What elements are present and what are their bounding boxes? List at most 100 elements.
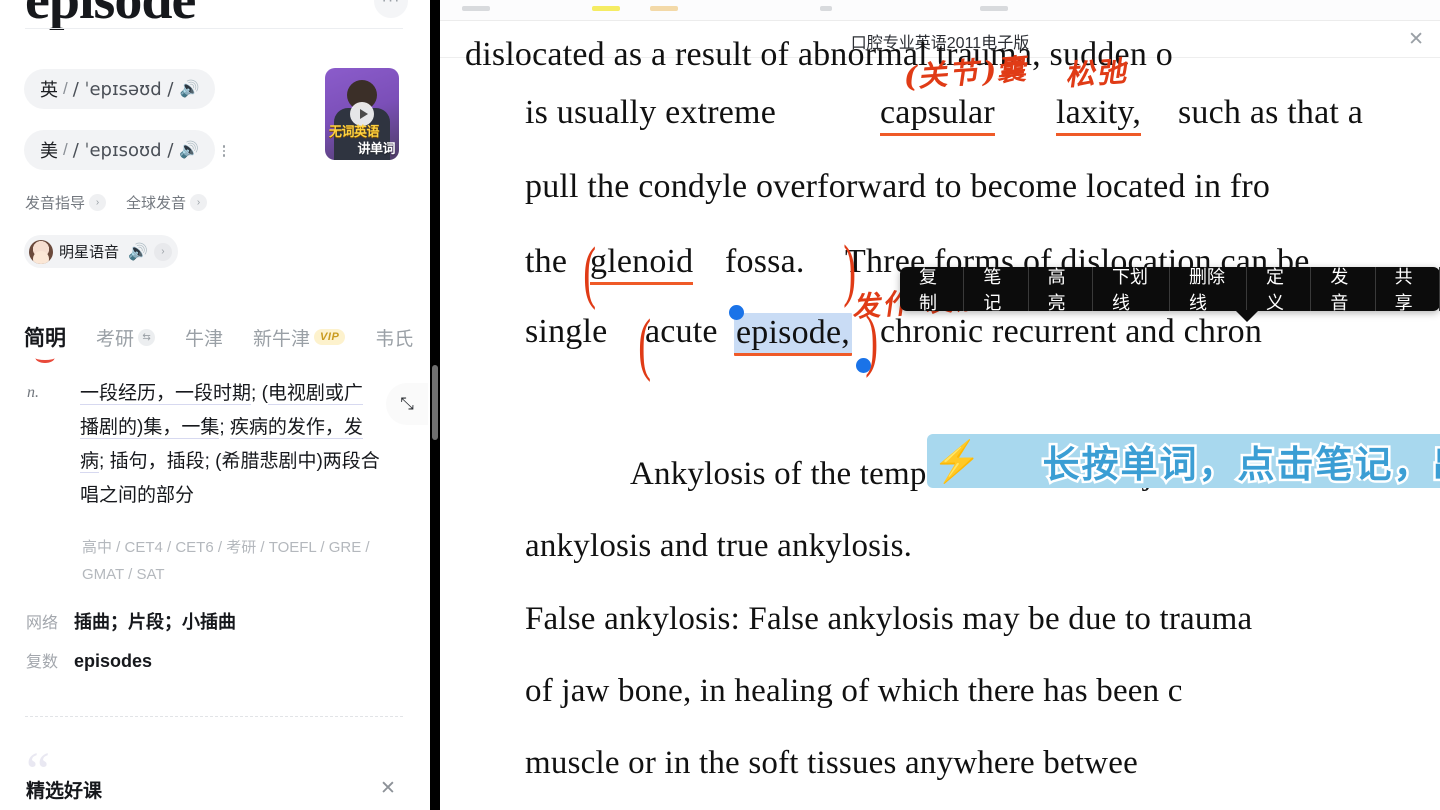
plural-label: 复数 xyxy=(26,654,59,671)
close-icon[interactable]: ✕ xyxy=(380,777,396,800)
toolbar-ghost-icon xyxy=(650,6,678,11)
pronunciation-us-ipa: / ˈepɪsoʊd / xyxy=(72,139,174,161)
pronunciation-us[interactable]: 美 / / ˈepɪsoʊd / 🔊 xyxy=(24,130,216,170)
toolbar-ghost-icon xyxy=(820,6,832,11)
tab-webster-label: 韦氏 xyxy=(375,328,414,350)
plural-value: episodes xyxy=(74,651,153,671)
document-line: muscle or in the soft tissues anywhere b… xyxy=(525,745,1138,781)
pronunciation-us-lang: 美 xyxy=(40,141,58,161)
speaker-icon[interactable]: 🔊 xyxy=(179,140,199,160)
sparkle-icon: ⚡ xyxy=(932,439,982,484)
pronunciation-guide-label: 发音指导 xyxy=(25,195,86,212)
network-label: 网络 xyxy=(26,615,59,632)
document-word-capsular[interactable]: capsular xyxy=(880,94,995,136)
panel-divider xyxy=(430,0,440,810)
document-line: the xyxy=(525,243,568,280)
context-menu-underline[interactable]: 下划线 xyxy=(1093,267,1170,313)
selection-handle-end[interactable] xyxy=(856,358,871,373)
context-menu-share[interactable]: 共享 xyxy=(1376,267,1440,313)
document-line: single xyxy=(525,313,608,350)
ellipsis-icon[interactable]: ··· xyxy=(374,0,408,18)
exam-tags: 高中 / CET4 / CET6 / 考研 / TOEFL / GRE / GM… xyxy=(82,539,370,583)
document-word-laxity[interactable]: laxity, xyxy=(1056,94,1142,136)
document-line: such as that a xyxy=(1178,94,1364,131)
dictionary-tabs: 简明 考研 ⇆ 牛津 新牛津 VIP 韦氏 xyxy=(24,322,430,352)
close-icon[interactable]: ✕ xyxy=(1408,28,1424,51)
pronunciation-guide-link[interactable]: 发音指导 › xyxy=(25,192,107,213)
definition-segment: ; ( xyxy=(251,383,268,404)
speaker-icon[interactable]: 🔊 xyxy=(179,79,199,99)
star-voice-button[interactable]: 明星语音 🔊 › xyxy=(24,235,178,268)
context-menu-pronounce[interactable]: 发音 xyxy=(1311,267,1376,313)
tab-new-oxford[interactable]: 新牛津 VIP xyxy=(253,324,346,351)
context-menu-copy[interactable]: 复制 xyxy=(900,267,965,313)
chevron-right-icon: › xyxy=(89,194,107,211)
vip-badge: VIP xyxy=(314,329,346,345)
document-word-glenoid[interactable]: glenoid xyxy=(590,243,694,285)
expand-arrows-icon[interactable]: ⤡ xyxy=(386,383,428,425)
chevron-right-icon: › xyxy=(190,194,208,211)
document-line: ankylosis and true ankylosis. xyxy=(525,528,913,564)
toolbar-ghost-icon xyxy=(592,6,620,11)
video-card-line2: 讲单词 xyxy=(357,141,395,156)
pronunciation-more-icon[interactable] xyxy=(212,139,236,163)
speaker-icon[interactable]: 🔊 xyxy=(128,242,148,262)
tab-oxford-label: 牛津 xyxy=(185,328,224,350)
instruction-banner: ⚡ 长按单词，点击笔记，出现文本框 ⚡ xyxy=(927,434,1440,489)
section-divider xyxy=(25,716,403,717)
reader-toolbar-strip xyxy=(440,0,1440,21)
definition-segment: 一段经历，一段时期 xyxy=(80,383,252,405)
definition-text: 一段经历，一段时期; (电视剧或广播剧的)集，一集; 疾病的发作，发病; 插句，… xyxy=(80,377,380,513)
handwriting-annotation-laxity: 松弛 xyxy=(1064,53,1133,93)
part-of-speech: n. xyxy=(27,384,39,401)
instruction-banner-text: 长按单词，点击笔记，出现文本框 xyxy=(1040,441,1440,489)
plural-row: 复数 episodes xyxy=(26,648,152,672)
avatar xyxy=(29,239,53,264)
dictionary-panel: episode ··· 英 / / ˈepɪsəʊd / 🔊 美 / / ˈep… xyxy=(0,0,430,810)
selection-handle-start[interactable] xyxy=(729,305,744,320)
definition-segment: ; xyxy=(219,417,230,438)
text-selection-context-menu: 复制 笔记 高亮 下划线 删除线 定义 发音 共享 xyxy=(900,267,1440,322)
swap-icon: ⇆ xyxy=(138,328,156,346)
handwriting-paren-open: ( xyxy=(638,306,652,383)
context-menu-define[interactable]: 定义 xyxy=(1247,267,1312,313)
star-voice-label: 明星语音 xyxy=(59,244,120,261)
course-section-title: 精选好课 xyxy=(26,781,103,802)
pronunciation-uk[interactable]: 英 / / ˈepɪsəʊd / 🔊 xyxy=(24,69,216,109)
video-lesson-card[interactable]: 无词英语 讲单词 xyxy=(325,68,399,160)
document-line: is usually extreme xyxy=(525,94,776,131)
pronunciation-uk-lang: 英 xyxy=(40,80,58,100)
context-menu-strikethrough[interactable]: 删除线 xyxy=(1170,267,1247,313)
document-line: of jaw bone, in healing of which there h… xyxy=(525,673,1183,709)
tab-jianming[interactable]: 简明 xyxy=(24,322,66,352)
global-pronunciation-label: 全球发音 xyxy=(126,195,187,212)
app-root: episode ··· 英 / / ˈepɪsəʊd / 🔊 美 / / ˈep… xyxy=(0,0,1440,810)
chevron-right-icon: › xyxy=(153,242,172,261)
document-line: fossa. xyxy=(725,243,805,280)
handwriting-annotation-capsular: (关节)囊 xyxy=(901,51,1033,95)
context-menu-arrow xyxy=(1235,310,1259,322)
document-line: acute xyxy=(645,313,718,350)
tab-oxford[interactable]: 牛津 xyxy=(185,324,223,351)
definition-segment: ; 插句，插段; (希腊悲剧中)两段合唱之间的部分 xyxy=(80,451,380,506)
network-value: 插曲；片段；小插曲 xyxy=(74,612,237,632)
scrollbar-thumb[interactable] xyxy=(432,365,438,440)
toolbar-ghost-icon xyxy=(980,6,1008,11)
document-line: False ankylosis: False ankylosis may be … xyxy=(525,601,1253,637)
tab-kaoyan-label: 考研 xyxy=(96,328,135,350)
tab-new-oxford-label: 新牛津 xyxy=(253,328,311,350)
tab-kaoyan[interactable]: 考研 ⇆ xyxy=(96,324,156,351)
context-menu-highlight[interactable]: 高亮 xyxy=(1029,267,1093,313)
toolbar-ghost-icon xyxy=(462,6,490,11)
guide-links: 发音指导 › 全球发音 › xyxy=(25,192,208,213)
selected-word[interactable]: episode, xyxy=(734,313,852,356)
context-menu-note[interactable]: 笔记 xyxy=(964,267,1029,313)
reader-panel: 口腔专业英语2011电子版 ✕ dislocated as a result o… xyxy=(440,0,1440,810)
tab-jianming-label: 简明 xyxy=(24,327,66,350)
tab-webster[interactable]: 韦氏 xyxy=(375,324,413,351)
pronunciation-uk-ipa: / ˈepɪsəʊd / xyxy=(72,78,174,100)
network-definition-row: 网络 插曲；片段；小插曲 xyxy=(26,608,236,634)
header-divider xyxy=(25,28,403,29)
global-pronunciation-link[interactable]: 全球发音 › xyxy=(126,192,208,213)
document-line: dislocated as a result of abnormal traum… xyxy=(465,36,1173,73)
